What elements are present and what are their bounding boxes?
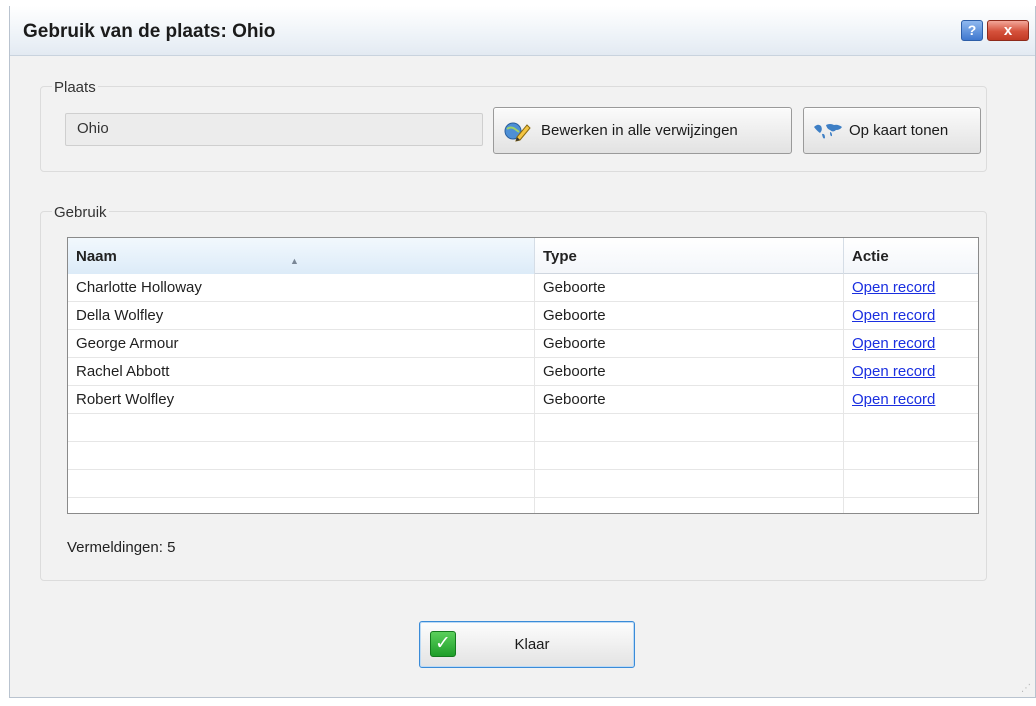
cell-naam: Della Wolfley xyxy=(68,302,535,330)
close-button[interactable]: x xyxy=(987,20,1029,41)
table-header: Naam ▲ Type Actie xyxy=(68,238,978,274)
cell-naam: Rachel Abbott xyxy=(68,358,535,386)
cell-type: Geboorte xyxy=(535,386,844,414)
world-map-icon xyxy=(813,121,843,141)
help-button[interactable]: ? xyxy=(961,20,983,41)
show-on-map-label: Op kaart tonen xyxy=(849,122,949,139)
resize-grip-icon[interactable]: ⋰ xyxy=(1021,684,1031,694)
table-row[interactable]: Charlotte Holloway Geboorte Open record xyxy=(68,274,978,302)
cell-actie: Open record xyxy=(844,330,979,358)
open-record-link[interactable]: Open record xyxy=(852,391,935,408)
empty-row xyxy=(68,470,978,498)
cell-type: Geboorte xyxy=(535,358,844,386)
done-label: Klaar xyxy=(514,636,550,653)
open-record-link[interactable]: Open record xyxy=(852,279,935,296)
column-header-type[interactable]: Type xyxy=(535,238,844,274)
show-on-map-button[interactable]: Op kaart tonen xyxy=(803,107,981,154)
plaats-legend: Plaats xyxy=(52,79,98,96)
edit-all-references-label: Bewerken in alle verwijzingen xyxy=(541,122,738,139)
open-record-link[interactable]: Open record xyxy=(852,363,935,380)
edit-all-references-button[interactable]: Bewerken in alle verwijzingen xyxy=(493,107,792,154)
cell-actie: Open record xyxy=(844,358,979,386)
column-header-actie[interactable]: Actie xyxy=(844,238,980,274)
entry-count: Vermeldingen: 5 xyxy=(67,539,176,556)
empty-row xyxy=(68,498,978,513)
title-bar: Gebruik van de plaats: Ohio ? x xyxy=(10,6,1035,56)
empty-row xyxy=(68,442,978,470)
open-record-link[interactable]: Open record xyxy=(852,307,935,324)
table-row[interactable]: Della Wolfley Geboorte Open record xyxy=(68,302,978,330)
cell-type: Geboorte xyxy=(535,302,844,330)
empty-row xyxy=(68,414,978,442)
place-name-field: Ohio xyxy=(65,113,483,146)
pencil-globe-icon xyxy=(503,120,531,142)
cell-actie: Open record xyxy=(844,302,979,330)
gebruik-legend: Gebruik xyxy=(52,204,109,221)
cell-type: Geboorte xyxy=(535,274,844,302)
table-row[interactable]: Robert Wolfley Geboorte Open record xyxy=(68,386,978,414)
open-record-link[interactable]: Open record xyxy=(852,335,935,352)
usage-table: Naam ▲ Type Actie Charlotte Holloway Geb… xyxy=(67,237,979,514)
cell-naam: Charlotte Holloway xyxy=(68,274,535,302)
column-header-naam[interactable]: Naam ▲ xyxy=(68,238,535,274)
dialog-window: Gebruik van de plaats: Ohio ? x Plaats O… xyxy=(9,6,1036,698)
cell-type: Geboorte xyxy=(535,330,844,358)
table-row[interactable]: George Armour Geboorte Open record xyxy=(68,330,978,358)
dialog-title: Gebruik van de plaats: Ohio xyxy=(23,21,276,42)
table-row[interactable]: Rachel Abbott Geboorte Open record xyxy=(68,358,978,386)
cell-actie: Open record xyxy=(844,386,979,414)
cell-actie: Open record xyxy=(844,274,979,302)
done-button[interactable]: ✓ Klaar xyxy=(419,621,635,668)
cell-naam: George Armour xyxy=(68,330,535,358)
cell-naam: Robert Wolfley xyxy=(68,386,535,414)
